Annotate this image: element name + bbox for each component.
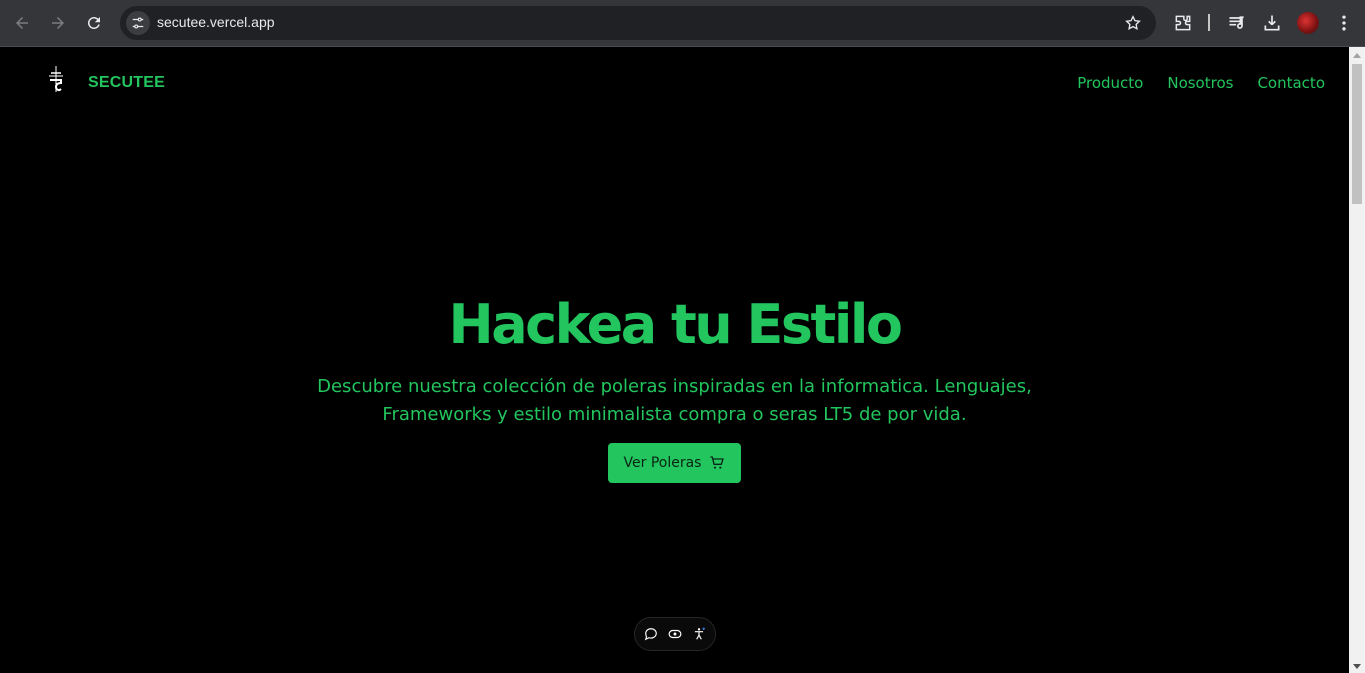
more-vertical-icon bbox=[1342, 15, 1346, 31]
accessibility-icon[interactable] bbox=[692, 627, 706, 641]
download-icon bbox=[1264, 15, 1280, 31]
arrow-right-icon bbox=[52, 17, 64, 29]
browser-toolbar: secutee.vercel.app bbox=[0, 0, 1365, 47]
comment-icon[interactable] bbox=[644, 627, 658, 641]
nav-link-producto[interactable]: Producto bbox=[1077, 74, 1143, 92]
toolbar-divider bbox=[1208, 14, 1210, 31]
cta-label: Ver Poleras bbox=[623, 455, 702, 471]
eye-icon[interactable] bbox=[668, 627, 682, 641]
hero-subtitle: Descubre nuestra colección de poleras in… bbox=[300, 373, 1049, 429]
puzzle-icon bbox=[1175, 15, 1191, 31]
url-text: secutee.vercel.app bbox=[157, 14, 275, 30]
page: SECUTEE Producto Nosotros Contacto Hacke… bbox=[0, 47, 1349, 673]
hero-title: Hackea tu Estilo bbox=[448, 293, 904, 356]
forward-button[interactable] bbox=[46, 11, 70, 35]
queue-music-icon bbox=[1229, 16, 1244, 29]
back-button[interactable] bbox=[10, 11, 34, 35]
tune-icon bbox=[132, 17, 144, 29]
brand-name[interactable]: SECUTEE bbox=[88, 74, 165, 92]
scroll-up-arrow-icon[interactable] bbox=[1353, 53, 1361, 58]
site-info-button[interactable] bbox=[126, 11, 150, 35]
downloads-button[interactable] bbox=[1261, 12, 1283, 34]
scroll-thumb[interactable] bbox=[1352, 64, 1362, 204]
floating-toolbar bbox=[634, 617, 716, 651]
hero-subtitle-line1: Descubre nuestra colección de poleras in… bbox=[317, 376, 1032, 397]
media-control-button[interactable] bbox=[1226, 12, 1248, 34]
nav-link-contacto[interactable]: Contacto bbox=[1257, 74, 1325, 92]
scroll-down-arrow-icon[interactable] bbox=[1353, 664, 1361, 669]
address-bar[interactable]: secutee.vercel.app bbox=[120, 6, 1156, 40]
profile-avatar[interactable] bbox=[1297, 12, 1319, 34]
reload-button[interactable] bbox=[82, 11, 106, 35]
logo-icon[interactable] bbox=[46, 66, 66, 92]
extensions-button[interactable] bbox=[1172, 12, 1194, 34]
cart-icon bbox=[710, 456, 725, 469]
page-scrollbar[interactable] bbox=[1349, 47, 1365, 673]
nav-link-nosotros[interactable]: Nosotros bbox=[1167, 74, 1233, 92]
ver-poleras-button[interactable]: Ver Poleras bbox=[608, 443, 741, 483]
hero-subtitle-line2: Frameworks y estilo minimalista compra o… bbox=[382, 404, 967, 425]
main-nav: Producto Nosotros Contacto bbox=[1077, 74, 1325, 92]
menu-button[interactable] bbox=[1333, 12, 1355, 34]
reload-icon bbox=[87, 16, 100, 29]
bookmark-star-icon[interactable] bbox=[1124, 14, 1142, 32]
arrow-left-icon bbox=[16, 17, 28, 29]
